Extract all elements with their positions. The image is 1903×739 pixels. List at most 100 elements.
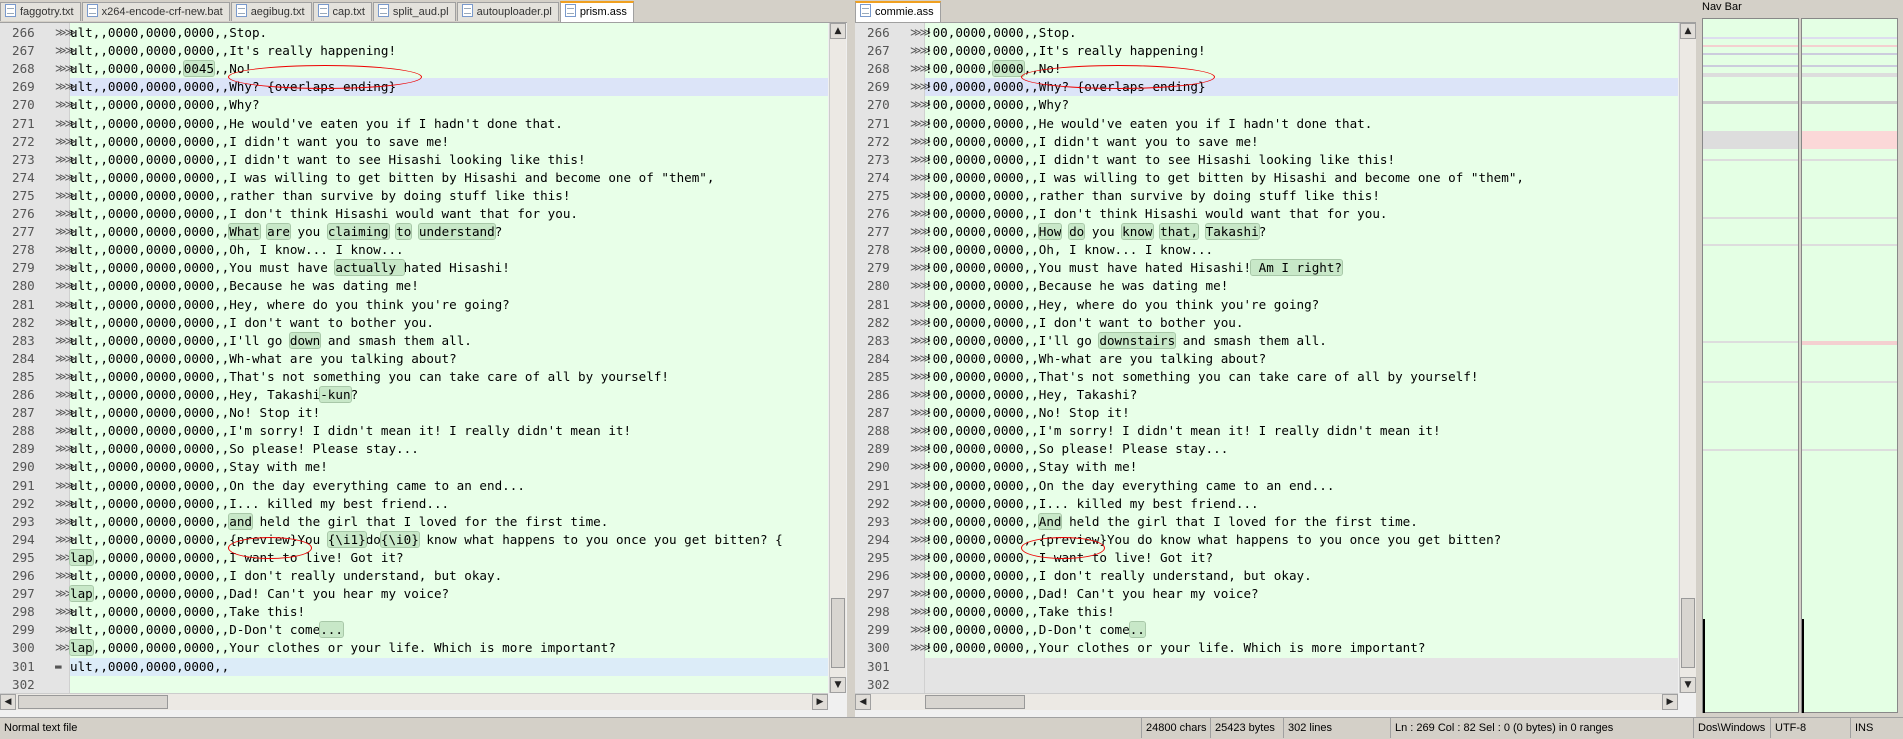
text-line[interactable]: !00,0000,0000,,I don't think Hisashi wou…: [925, 205, 1388, 223]
text-line[interactable]: !00,0000,0000,,Stop.: [925, 24, 1077, 42]
tab-x264-encode-crf-new-bat[interactable]: x264-encode-crf-new.bat: [81, 2, 230, 21]
tab-aegibug-txt[interactable]: aegibug.txt: [230, 2, 312, 21]
text-line[interactable]: ult,,0000,0000,0000,,What are you claimi…: [70, 223, 502, 241]
line-number: 278: [867, 242, 890, 258]
text-line[interactable]: !00,0000,0000,,I didn't want to see Hisa…: [925, 151, 1395, 169]
text-line[interactable]: !00,0000,0000,,I... killed my best frien…: [925, 495, 1259, 513]
text-line[interactable]: !00,0000,0000,,You must have hated Hisas…: [925, 259, 1344, 277]
text-line[interactable]: ult,,0000,0000,0000,,Wh-what are you tal…: [70, 350, 457, 368]
text-line[interactable]: ult,,0000,0000,0000,,That's not somethin…: [70, 368, 669, 386]
scroll-left-button[interactable]: ◀: [0, 694, 16, 710]
text-line[interactable]: ult,,0000,0000,0045,,No!: [70, 60, 252, 78]
scroll-up-button[interactable]: ▲: [830, 23, 846, 39]
text-line[interactable]: !00,0000,0000,,Because he was dating me!: [925, 277, 1228, 295]
text-line[interactable]: !00,0000,0000,,Why?: [925, 96, 1069, 114]
text-line[interactable]: ult,,0000,0000,0000,,Because he was dati…: [70, 277, 419, 295]
text-line[interactable]: ult,,0000,0000,0000,,I don't think Hisas…: [70, 205, 578, 223]
right-vertical-scrollbar[interactable]: ▲ ▼: [1679, 23, 1696, 693]
text-line[interactable]: !00,0000,0000,,Stay with me!: [925, 458, 1137, 476]
text-line[interactable]: ult,,0000,0000,0000,,I didn't want to se…: [70, 151, 586, 169]
right-horizontal-scrollbar[interactable]: ◀ ▶: [855, 693, 1678, 710]
tab-prism-ass[interactable]: prism.ass: [559, 1, 634, 22]
text-line[interactable]: !00,0000,0000,,Wh-what are you talking a…: [925, 350, 1266, 368]
text-line[interactable]: !00,0000,0000,,D-Don't come..: [925, 621, 1146, 639]
scroll-thumb[interactable]: [1681, 598, 1695, 668]
tab-autouploader-pl[interactable]: autouploader.pl: [456, 2, 559, 21]
scroll-right-button[interactable]: ▶: [812, 694, 828, 710]
text-line[interactable]: ult,,0000,0000,0000,,I... killed my best…: [70, 495, 449, 513]
text-line[interactable]: !00,0000,0000,,Oh, I know... I know...: [925, 241, 1213, 259]
text-line[interactable]: lap,,0000,0000,0000,,Your clothes or you…: [69, 639, 616, 657]
text-line[interactable]: ult,,0000,0000,0000,,I don't really unde…: [70, 567, 502, 585]
text-line[interactable]: ult,,0000,0000,0000,,I was willing to ge…: [70, 169, 714, 187]
text-line[interactable]: ult,,0000,0000,0000,,Stop.: [70, 24, 267, 42]
text-line[interactable]: ult,,0000,0000,0000,,On the day everythi…: [70, 477, 525, 495]
text-line[interactable]: ult,,0000,0000,0000,,I don't want to bot…: [70, 314, 434, 332]
text-line[interactable]: ult,,0000,0000,0000,,D-Don't come...: [70, 621, 344, 639]
nav-bar-left-map[interactable]: [1702, 18, 1799, 713]
text-line[interactable]: ult,,0000,0000,0000,,I'll go down and sm…: [70, 331, 472, 350]
text-line[interactable]: ult,,0000,0000,0000,,I didn't want you t…: [70, 133, 449, 151]
text-line[interactable]: !00,0000,0000,,{preview}You do know what…: [925, 531, 1501, 549]
tab-commie-ass[interactable]: commie.ass: [855, 1, 941, 22]
text-line[interactable]: !00,0000,0000,,I was willing to get bitt…: [925, 169, 1524, 187]
scroll-left-button[interactable]: ◀: [855, 694, 871, 710]
tab-faggotry-txt[interactable]: faggotry.txt: [0, 2, 81, 21]
scroll-down-button[interactable]: ▼: [830, 677, 846, 693]
text-line[interactable]: !00,0000,0000,,Hey, where do you think y…: [925, 296, 1319, 314]
status-mode: INS: [1850, 718, 1873, 738]
right-editor[interactable]: 266 ≫≫ !00,0000,0000,,Stop. 267 ≫≫ !00,0000,0…: [855, 23, 1678, 693]
text-line[interactable]: !00,0000,0000,,Your clothes or your life…: [925, 639, 1425, 657]
left-editor[interactable]: 266 ≫≫ ult,,0000,0000,0000,,Stop. 267 ≫≫ ult,…: [0, 23, 828, 693]
scroll-thumb[interactable]: [831, 598, 845, 668]
text-line[interactable]: !00,0000,0000,,On the day everything cam…: [925, 477, 1334, 495]
text-line[interactable]: !00,0000,0000,,I don't really understand…: [925, 567, 1312, 585]
text-line[interactable]: !00,0000,0000,,It's really happening!: [925, 42, 1206, 60]
text-line[interactable]: !00,0000,0000,,How do you know that, Tak…: [925, 223, 1266, 241]
text-line[interactable]: ult,,0000,0000,0000,,No! Stop it!: [70, 404, 320, 422]
text-line[interactable]: ult,,0000,0000,0000,,Take this!: [70, 603, 305, 621]
text-line[interactable]: ult,,0000,0000,0000,,I'm sorry! I didn't…: [70, 422, 631, 440]
text-line[interactable]: !00,0000,0000,,No! Stop it!: [925, 404, 1130, 422]
text-line[interactable]: lap,,0000,0000,0000,,Dad! Can't you hear…: [69, 585, 449, 603]
text-line[interactable]: ult,,0000,0000,0000,,Hey, where do you t…: [70, 296, 510, 314]
text-line[interactable]: !00,0000,0000,,That's not something you …: [925, 368, 1479, 386]
text-line[interactable]: !00,0000,0000,,He would've eaten you if …: [925, 115, 1372, 133]
text-line[interactable]: ult,,0000,0000,0000,,: [70, 658, 229, 676]
text-line[interactable]: ult,,0000,0000,0000,,You must have actua…: [70, 259, 510, 277]
scroll-up-button[interactable]: ▲: [1680, 23, 1696, 39]
line-number: 289: [12, 441, 35, 457]
red-annotation-circle: [228, 537, 312, 559]
line-number: 285: [867, 368, 890, 384]
text-line[interactable]: ult,,0000,0000,0000,,So please! Please s…: [70, 440, 419, 458]
text-line[interactable]: !00,0000,0000,,I don't want to bother yo…: [925, 314, 1243, 332]
text-line[interactable]: ult,,0000,0000,0000,,He would've eaten y…: [70, 115, 563, 133]
left-vertical-scrollbar[interactable]: ▲ ▼: [829, 23, 846, 693]
text-line[interactable]: ult,,0000,0000,0000,,Hey, Takashi-kun?: [70, 386, 358, 404]
text-line[interactable]: !00,0000,0000,,And held the girl that I …: [925, 512, 1418, 531]
text-line[interactable]: ult,,0000,0000,0000,,rather than survive…: [70, 187, 570, 205]
text-line[interactable]: ult,,0000,0000,0000,,{preview}You {\i1}d…: [70, 530, 783, 549]
tab-cap-txt[interactable]: cap.txt: [312, 2, 372, 21]
hscroll-thumb[interactable]: [18, 695, 168, 709]
text-line[interactable]: !00,0000,0000,,Hey, Takashi?: [925, 386, 1137, 404]
text-line[interactable]: ult,,0000,0000,0000,,Stay with me!: [70, 458, 328, 476]
text-line[interactable]: !00,0000,0000,,So please! Please stay...: [925, 440, 1228, 458]
text-line[interactable]: !00,0000,0000,,I didn't want you to save…: [925, 133, 1259, 151]
text-line[interactable]: !00,0000,0000,,Take this!: [925, 603, 1115, 621]
left-horizontal-scrollbar[interactable]: ◀ ▶: [0, 693, 828, 710]
scroll-right-button[interactable]: ▶: [1662, 694, 1678, 710]
text-line[interactable]: ult,,0000,0000,0000,,Oh, I know... I kno…: [70, 241, 404, 259]
tab-split-aud-pl[interactable]: split_aud.pl: [372, 2, 456, 21]
hscroll-thumb[interactable]: [925, 695, 1025, 709]
text-line[interactable]: ult,,0000,0000,0000,,It's really happeni…: [70, 42, 396, 60]
text-line[interactable]: !00,0000,0000,,Dad! Can't you hear my vo…: [925, 585, 1259, 603]
text-line[interactable]: !00,0000,0000,,I'm sorry! I didn't mean …: [925, 422, 1441, 440]
status-eol: Dos\Windows: [1693, 718, 1765, 738]
text-line[interactable]: !00,0000,0000,,rather than survive by do…: [925, 187, 1380, 205]
scroll-down-button[interactable]: ▼: [1680, 677, 1696, 693]
text-line[interactable]: !00,0000,0000,,I'll go downstairs and sm…: [925, 331, 1327, 350]
text-line[interactable]: ult,,0000,0000,0000,,and held the girl t…: [70, 512, 608, 531]
nav-bar-right-map[interactable]: [1801, 18, 1898, 713]
text-line[interactable]: ult,,0000,0000,0000,,Why?: [70, 96, 260, 114]
